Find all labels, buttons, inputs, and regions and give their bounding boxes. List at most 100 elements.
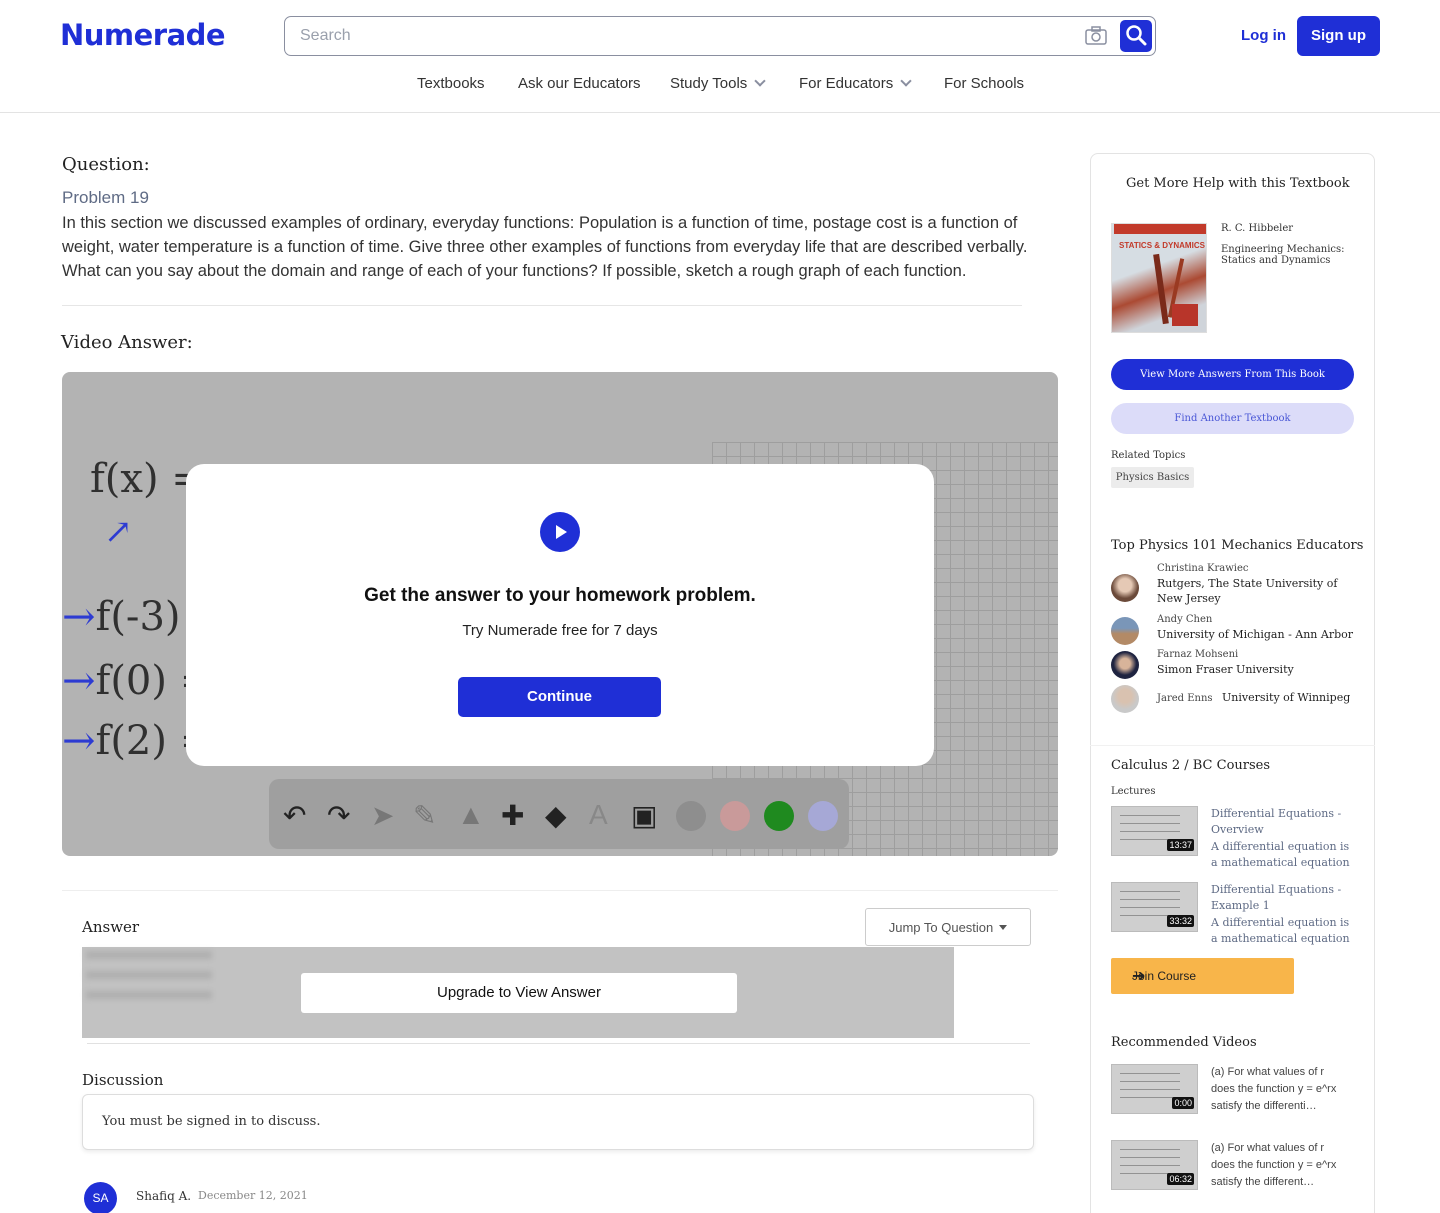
chevron-down-icon <box>754 75 766 87</box>
book-title[interactable]: Engineering Mechanics: Statics and Dynam… <box>1221 244 1361 266</box>
crane-image <box>1172 304 1198 326</box>
related-topic-tag[interactable]: Physics Basics <box>1111 467 1194 488</box>
recommended-video-text[interactable]: (a) For what values of r does the functi… <box>1211 1064 1359 1115</box>
thumbnail-image <box>1120 815 1180 841</box>
question-heading: Question: <box>62 154 150 175</box>
view-more-answers-button[interactable]: View More Answers From This Book <box>1111 359 1354 390</box>
pointer-icon[interactable]: ➤ <box>371 799 394 832</box>
lecture-title[interactable]: Differential Equations - Overview <box>1211 806 1359 838</box>
avatar[interactable] <box>1111 651 1139 679</box>
whiteboard-toolbar: ↶ ↷ ➤ ✎ ▲ ✚ ◆ A ▣ <box>269 779 849 849</box>
thumbnail-image <box>1120 1149 1180 1175</box>
signup-button[interactable]: Sign up <box>1297 16 1380 56</box>
educator-school: Rutgers, The State University of New Jer… <box>1157 577 1338 605</box>
lecture-desc: A differential equation is a mathematica… <box>1211 916 1350 945</box>
color-purple[interactable] <box>808 801 838 831</box>
question-text: In this section we discussed examples of… <box>62 214 1028 280</box>
discussion-notice: You must be signed in to discuss. <box>102 1114 321 1129</box>
answer-label: Answer <box>82 918 140 936</box>
book-cover[interactable]: STATICS & DYNAMICS <box>1111 223 1207 333</box>
jump-label: Jump To Question <box>888 920 994 935</box>
educator-name[interactable]: Christina Krawiec <box>1157 563 1249 574</box>
educator-name[interactable]: Farnaz Mohseni <box>1157 649 1238 660</box>
nav-textbooks[interactable]: Textbooks <box>417 75 485 92</box>
eraser-icon[interactable]: ◆ <box>545 799 567 832</box>
color-gray[interactable] <box>676 801 706 831</box>
educator-name[interactable]: Andy Chen <box>1157 614 1212 625</box>
duration-badge: 13:37 <box>1167 839 1194 851</box>
upgrade-button[interactable]: Upgrade to View Answer <box>301 973 737 1013</box>
find-another-textbook-button[interactable]: Find Another Textbook <box>1111 403 1354 434</box>
nav-ask-educators[interactable]: Ask our Educators <box>518 75 641 92</box>
nav-for-schools[interactable]: For Schools <box>944 75 1024 92</box>
text-icon[interactable]: A <box>589 799 608 831</box>
site-header: Numerade Search Log in Sign up Textbooks… <box>0 0 1440 113</box>
color-red[interactable] <box>720 801 750 831</box>
rec-line: satisfy the different… <box>1211 1176 1315 1188</box>
avatar[interactable] <box>1111 617 1139 645</box>
video-thumbnail[interactable]: 06:32 <box>1111 1140 1198 1190</box>
duration-badge: 33:32 <box>1167 915 1194 927</box>
login-link[interactable]: Log in <box>1241 27 1286 44</box>
educator-school: Simon Fraser University <box>1157 663 1294 676</box>
thumbnail-image <box>1120 891 1180 917</box>
play-icon[interactable] <box>540 512 580 552</box>
rec-line: does the function y = e^rx <box>1211 1083 1337 1095</box>
lecture-thumbnail[interactable]: 33:32 <box>1111 882 1198 932</box>
educator-school: University of Winnipeg <box>1222 691 1351 704</box>
continue-button[interactable]: Continue <box>458 677 661 717</box>
discussion-box[interactable]: You must be signed in to discuss. <box>82 1094 1034 1150</box>
jump-to-question-dropdown[interactable]: Jump To Question <box>865 908 1031 946</box>
educators-title: Top Physics 101 Mechanics Educators <box>1111 538 1364 553</box>
nav-label: Study Tools <box>670 75 748 92</box>
educator-school: University of Michigan - Ann Arbor <box>1157 628 1354 641</box>
duration-badge: 06:32 <box>1167 1173 1194 1185</box>
lecture-title[interactable]: Differential Equations - Example 1 <box>1211 882 1359 914</box>
duration-badge: 0:00 <box>1172 1097 1194 1109</box>
shapes-icon[interactable]: ▲ <box>457 799 485 831</box>
video-answer-heading: Video Answer: <box>61 332 193 353</box>
modal-headline: Get the answer to your homework problem. <box>364 585 756 606</box>
image-icon[interactable]: ▣ <box>631 799 657 832</box>
search-input[interactable]: Search <box>300 27 351 45</box>
chevron-down-icon <box>900 75 912 87</box>
blurred-text <box>86 951 212 1013</box>
nav-label: For Educators <box>799 75 894 92</box>
color-green[interactable] <box>764 801 794 831</box>
recommended-video-text[interactable]: (a) For what values of r does the functi… <box>1211 1140 1359 1191</box>
divider <box>62 305 1022 306</box>
pencil-icon[interactable]: ✎ <box>413 799 436 832</box>
help-title: Get More Help with this Textbook <box>1126 176 1350 191</box>
plus-icon[interactable]: ✚ <box>501 799 524 832</box>
caret-down-icon <box>999 925 1008 930</box>
comment-date: December 12, 2021 <box>198 1189 308 1202</box>
camera-icon[interactable] <box>1085 26 1107 46</box>
avatar[interactable] <box>1111 574 1139 602</box>
rec-line: satisfy the differenti… <box>1211 1100 1317 1112</box>
nav-label: Ask our Educators <box>518 75 641 92</box>
video-thumbnail[interactable]: 0:00 <box>1111 1064 1198 1114</box>
search-button[interactable] <box>1120 20 1152 52</box>
paywall-modal: Get the answer to your homework problem.… <box>186 464 934 766</box>
rec-line: does the function y = e^rx <box>1211 1159 1337 1171</box>
course-title: Calculus 2 / BC Courses <box>1111 758 1271 773</box>
educator-name[interactable]: Jared Enns <box>1157 693 1213 704</box>
cover-title: STATICS & DYNAMICS <box>1119 241 1205 250</box>
lectures-label: Lectures <box>1111 786 1156 797</box>
search-bar[interactable]: Search <box>284 16 1156 56</box>
numerade-logo[interactable]: Numerade <box>60 18 226 52</box>
discussion-label: Discussion <box>82 1071 164 1089</box>
search-icon <box>1126 25 1147 46</box>
lecture-thumbnail[interactable]: 13:37 <box>1111 806 1198 856</box>
video-player[interactable]: f(x) = ↗ →f(-3) = →f(0) = →f(2) = ↶ ↷ ➤ … <box>62 372 1058 856</box>
redo-icon[interactable]: ↷ <box>327 799 350 832</box>
related-topics-label: Related Topics <box>1111 450 1186 461</box>
undo-icon[interactable]: ↶ <box>283 799 306 832</box>
join-course-button[interactable]: Join Course ➔ <box>1111 958 1294 994</box>
avatar[interactable] <box>1111 685 1139 713</box>
nav-for-educators[interactable]: For Educators <box>799 75 912 92</box>
crane-image <box>1153 253 1169 325</box>
problem-number: Problem 19 <box>62 188 149 207</box>
nav-label: Textbooks <box>417 75 485 92</box>
nav-study-tools[interactable]: Study Tools <box>670 75 766 92</box>
